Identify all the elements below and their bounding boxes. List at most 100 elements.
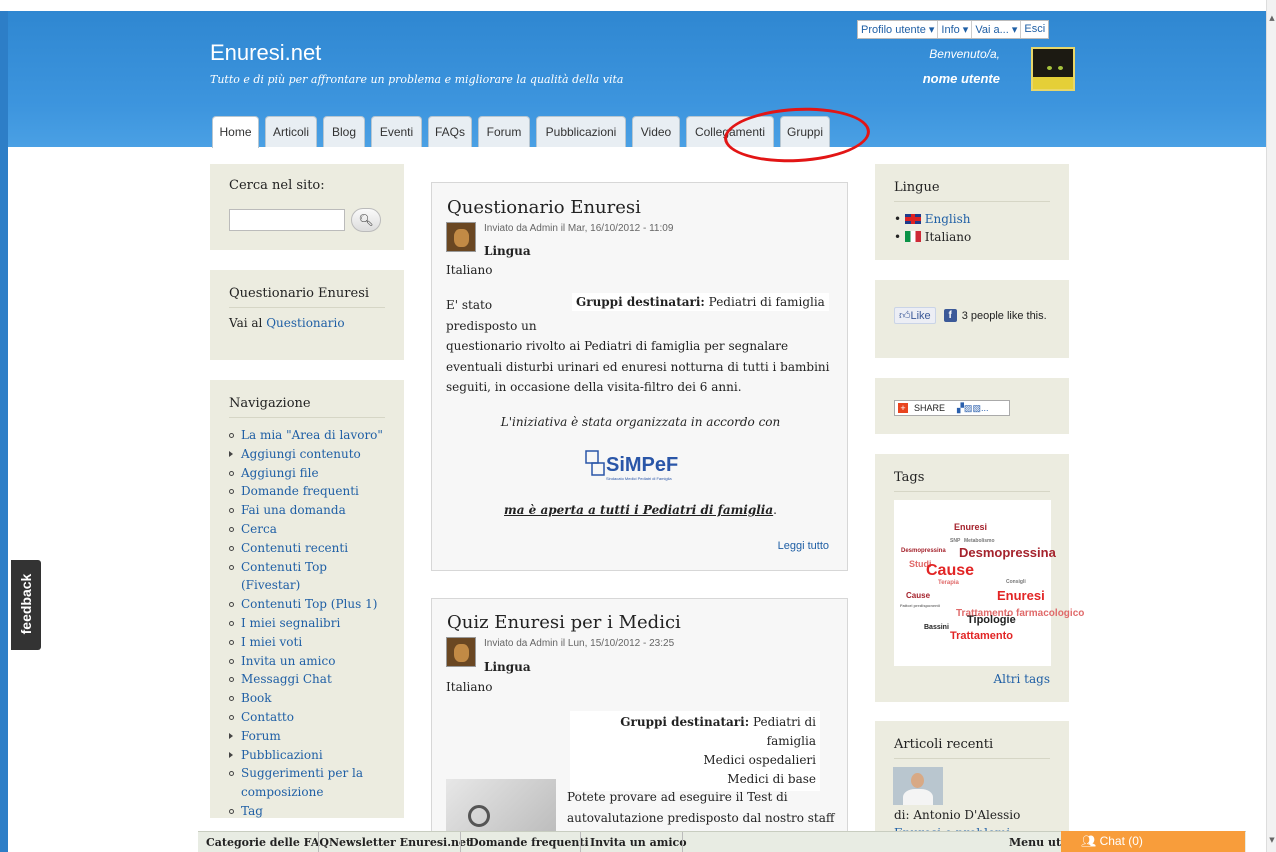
gruppi-value: Medici ospedalieri	[703, 753, 816, 767]
tag[interactable]: Consigli	[1006, 579, 1026, 585]
tag[interactable]: Desmopressina	[959, 545, 1056, 560]
nav-link[interactable]: Pubblicazioni	[241, 748, 323, 762]
bottom-newsletter[interactable]: Newsletter Enuresi.net	[329, 836, 471, 849]
nav-item[interactable]: Domande frequenti	[229, 482, 385, 501]
nav-link[interactable]: Suggerimenti per la composizione	[241, 766, 363, 799]
tag[interactable]: Fattori predisponenti	[900, 603, 940, 608]
author-photo[interactable]	[893, 767, 943, 805]
search-button[interactable]: 🔍︎	[351, 208, 381, 232]
language-link-english[interactable]: English	[925, 212, 971, 226]
bottom-user-menu[interactable]: Menu ute	[1009, 836, 1068, 849]
tag[interactable]: SNP	[950, 538, 960, 544]
user-menu-logout[interactable]: Esci	[1021, 21, 1048, 38]
feedback-tab[interactable]: feedback	[11, 560, 41, 650]
author-avatar[interactable]	[446, 222, 476, 252]
share-plus-icon: +	[898, 403, 908, 413]
bottom-invite[interactable]: Invita un amico	[590, 836, 687, 849]
nav-item[interactable]: I miei voti	[229, 633, 385, 652]
altri-tags-link[interactable]: Altri tags	[993, 672, 1050, 686]
nav-link[interactable]: Invita un amico	[241, 654, 335, 668]
article-title[interactable]: Quiz Enuresi per i Medici	[447, 612, 681, 633]
nav-item[interactable]: Suggerimenti per la composizione	[229, 764, 385, 802]
scroll-down-icon[interactable]: ▼	[1267, 836, 1276, 844]
tab-pubblicazioni[interactable]: Pubblicazioni	[536, 116, 626, 147]
tag[interactable]: Enuresi	[954, 522, 987, 532]
nav-link[interactable]: Fai una domanda	[241, 503, 346, 517]
questionario-link[interactable]: Questionario	[266, 316, 344, 330]
nav-link[interactable]: Domande frequenti	[241, 484, 359, 498]
share-button[interactable]: + SHARE ▞▨▧...	[894, 400, 1010, 416]
nav-link[interactable]: Cerca	[241, 522, 277, 536]
language-item-italiano[interactable]: • Italiano	[894, 228, 1050, 246]
tag[interactable]: Terapia	[938, 580, 959, 586]
nav-item[interactable]: La mia "Area di lavoro"	[229, 426, 385, 445]
tag[interactable]: Cause	[926, 562, 974, 580]
tab-home[interactable]: Home	[212, 116, 259, 148]
chat-button[interactable]: 👥︎ Chat (0)	[1061, 831, 1245, 852]
uk-flag-icon	[904, 214, 921, 224]
user-menu-info[interactable]: Info ▾	[938, 21, 973, 38]
nav-item[interactable]: Cerca	[229, 520, 385, 539]
tag[interactable]: Tipologie	[967, 614, 1016, 626]
nav-link[interactable]: I miei segnalibri	[241, 616, 340, 630]
tag[interactable]: Cause	[906, 591, 930, 600]
vertical-scrollbar[interactable]: ▲ ▼	[1266, 0, 1276, 852]
scroll-up-icon[interactable]: ▲	[1267, 14, 1276, 22]
nav-item[interactable]: Aggiungi file	[229, 464, 385, 483]
bottom-faq[interactable]: Domande frequenti	[469, 836, 589, 849]
nav-link[interactable]: Forum	[241, 729, 281, 743]
nav-link[interactable]: Aggiungi file	[241, 466, 319, 480]
user-menu-profile[interactable]: Profilo utente ▾	[858, 21, 939, 38]
bottom-faq-categories[interactable]: Categorie delle FAQ	[206, 836, 329, 849]
nav-item[interactable]: Invita un amico	[229, 652, 385, 671]
nav-item[interactable]: Tag	[229, 802, 385, 821]
read-more-link[interactable]: Leggi tutto	[778, 540, 829, 552]
nav-link[interactable]: La mia "Area di lavoro"	[241, 428, 383, 442]
nav-item[interactable]: Book	[229, 689, 385, 708]
nav-item[interactable]: Contenuti Top (Plus 1)	[229, 595, 385, 614]
nav-item[interactable]: Aggiungi contenuto	[229, 445, 385, 464]
nav-item[interactable]: Contenuti recenti	[229, 539, 385, 558]
tab-eventi[interactable]: Eventi	[371, 116, 422, 147]
nav-item[interactable]: Contatto	[229, 708, 385, 727]
nav-link[interactable]: Contenuti Top (Plus 1)	[241, 597, 377, 611]
tab-faqs[interactable]: FAQs	[428, 116, 472, 147]
tab-articoli[interactable]: Articoli	[265, 116, 317, 147]
tag[interactable]: Desmopressina	[901, 548, 946, 554]
tag[interactable]: Trattamento	[950, 630, 1013, 642]
nav-item[interactable]: Fai una domanda	[229, 501, 385, 520]
author-avatar[interactable]	[446, 637, 476, 667]
site-slogan: Tutto e di più per affrontare un problem…	[210, 73, 624, 86]
nav-link[interactable]: Book	[241, 691, 272, 705]
tab-blog[interactable]: Blog	[323, 116, 365, 147]
tag[interactable]: Metabolismo	[964, 538, 995, 544]
avatar[interactable]	[1031, 47, 1075, 91]
nav-link[interactable]: Contenuti Top (Fivestar)	[241, 560, 327, 593]
like-button[interactable]: 👍︎Like	[894, 307, 936, 324]
nav-link[interactable]: Tag	[241, 804, 263, 818]
article-title[interactable]: Questionario Enuresi	[447, 197, 641, 218]
gruppi-value: Pediatri di famiglia	[708, 295, 825, 309]
nav-link[interactable]: Contenuti recenti	[241, 541, 348, 555]
tag[interactable]: Enuresi	[997, 588, 1045, 603]
nav-item[interactable]: I miei segnalibri	[229, 614, 385, 633]
lingua-value: Italiano	[446, 263, 493, 277]
tab-forum[interactable]: Forum	[478, 116, 530, 147]
nav-item[interactable]: Messaggi Chat	[229, 670, 385, 689]
site-name[interactable]: Enuresi.net	[210, 40, 321, 66]
nav-item[interactable]: Pubblicazioni	[229, 746, 385, 765]
nav-item[interactable]: Forum	[229, 727, 385, 746]
nav-link[interactable]: Contatto	[241, 710, 294, 724]
share-services-icon: ▞▨▧...	[957, 402, 989, 413]
nav-link[interactable]: I miei voti	[241, 635, 302, 649]
nav-link[interactable]: Messaggi Chat	[241, 672, 332, 686]
tag[interactable]: Bassini	[924, 624, 949, 631]
share-label: SHARE	[914, 403, 946, 413]
nav-link[interactable]: Aggiungi contenuto	[241, 447, 361, 461]
language-item-english[interactable]: • English	[894, 210, 1050, 228]
tab-video[interactable]: Video	[632, 116, 680, 147]
user-menu-goto[interactable]: Vai a... ▾	[972, 21, 1022, 38]
nav-item[interactable]: Contenuti Top (Fivestar)	[229, 558, 385, 596]
recent-author: di: Antonio D'Alessio	[894, 808, 1021, 822]
search-input[interactable]	[229, 209, 345, 231]
